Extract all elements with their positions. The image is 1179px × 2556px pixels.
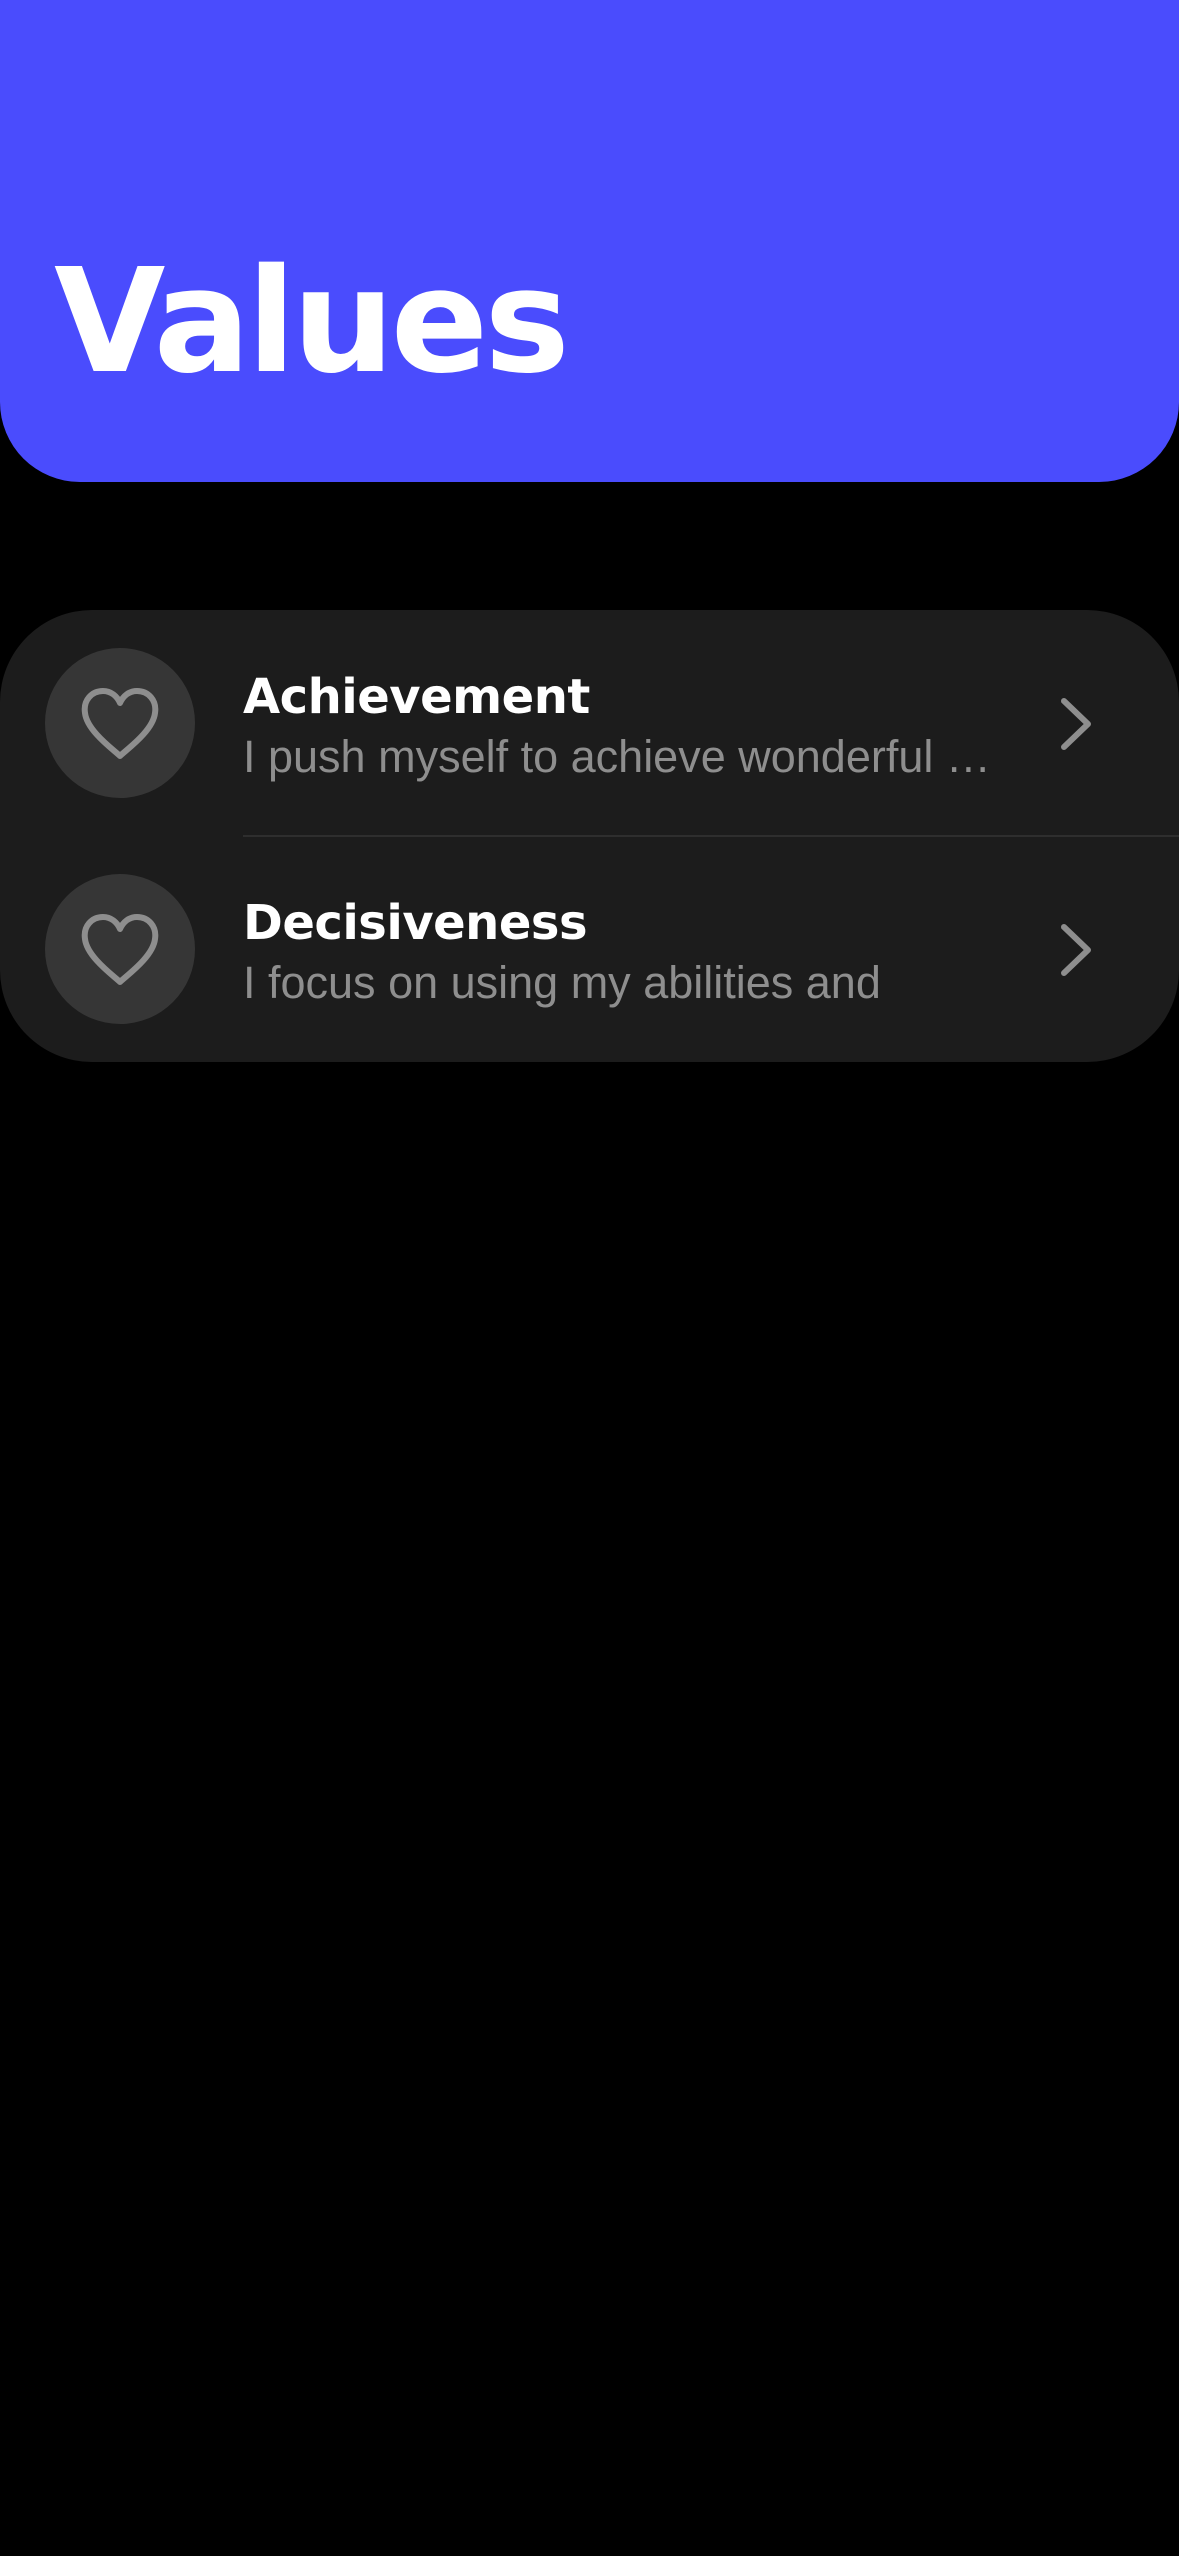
value-icon-badge [45,874,195,1024]
chevron-right-icon [1061,924,1091,976]
value-description: I push myself to achieve wonderful thing… [243,731,1003,782]
value-row-achievement[interactable]: Achievement I push myself to achieve won… [0,610,1179,837]
value-icon-badge [45,648,195,798]
value-row-decisiveness[interactable]: Decisiveness I focus on using my abiliti… [0,836,1179,1062]
heart-outline-icon [81,914,159,985]
value-title: Decisiveness [243,895,588,951]
header-banner: Values [0,0,1179,482]
chevron-right-icon [1061,698,1091,750]
page-title: Values [54,237,570,405]
value-title: Achievement [243,669,590,725]
value-description: I focus on using my abilities and [243,957,881,1008]
values-list: Achievement I push myself to achieve won… [0,610,1179,1062]
heart-outline-icon [81,688,159,759]
